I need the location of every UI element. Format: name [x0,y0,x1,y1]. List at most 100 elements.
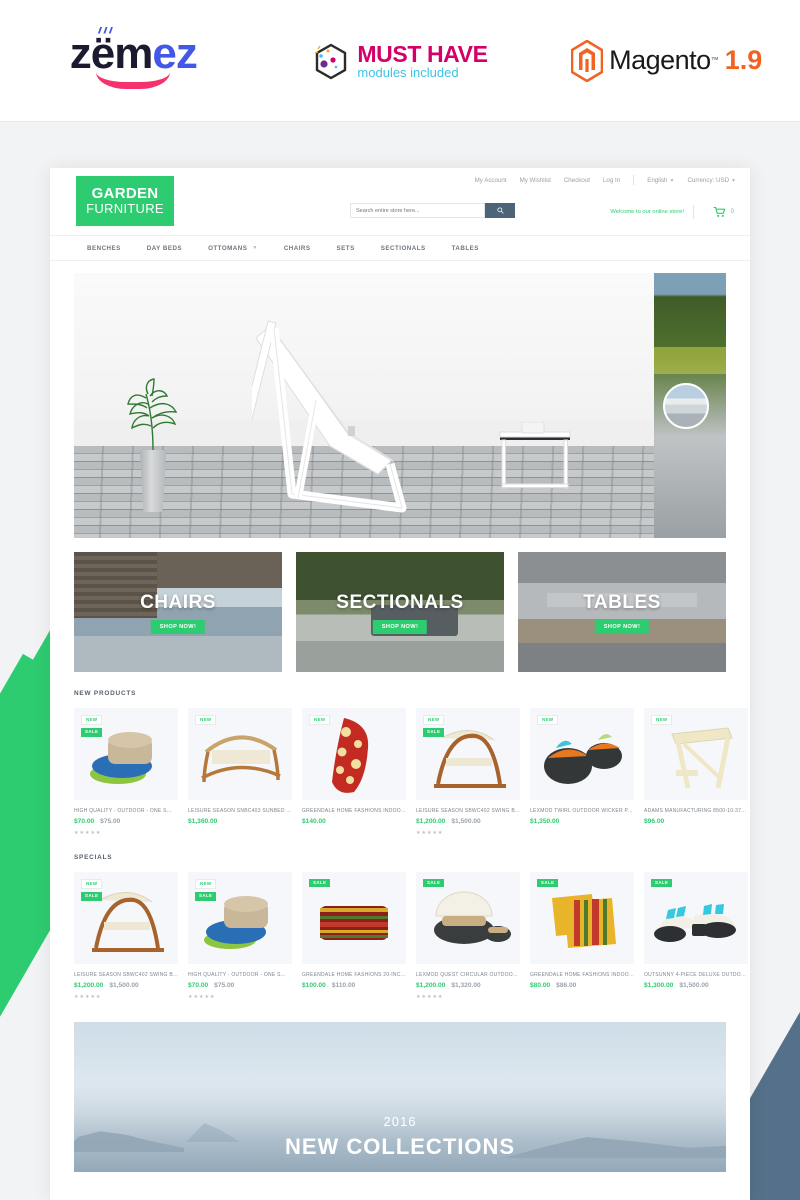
link-checkout[interactable]: Checkout [564,177,590,184]
product-thumbnail[interactable]: NEW SALE [188,872,292,964]
product-card[interactable]: NEW ADAMS MANUFACTURING 8500-10-37... $9… [644,708,748,836]
product-old-price: $75.00 [100,818,121,825]
chevron-down-icon: ▼ [731,177,736,184]
product-name[interactable]: GREENDALE HOME FASHIONS INDOOR... [302,808,406,814]
product-price: $1,200.00 [416,982,446,989]
product-name[interactable]: GREENDALE HOME FASHIONS 20-INC... [302,972,406,978]
badge-sale: SALE [81,892,103,901]
lounge-chair-icon [223,308,464,518]
product-thumbnail[interactable]: SALE [644,872,748,964]
language-label: English [647,176,668,184]
product-card[interactable]: NEW LEISURE SEASON SNBC403 SUNBED ... $1… [188,708,292,836]
hero-slider[interactable] [74,273,726,538]
must-have-text: MUST HAVE modules included [357,41,488,80]
product-old-price: $75.00 [214,982,235,989]
utility-nav: My Account My Wishlist Checkout Log In E… [475,175,736,185]
product-name[interactable]: GREENDALE HOME FASHIONS INDOOR... [530,972,634,978]
magento-name: Magento [609,45,711,75]
cart-count: 0 [730,209,734,215]
product-rating: ★★★★★ [74,994,102,1000]
product-old-price: $1,500.00 [451,818,481,825]
product-price: $1,300.00 [644,982,674,989]
product-name[interactable]: HIGH QUALITY - OUTDOOR - ONE S... [74,808,178,814]
product-thumbnail[interactable]: NEW SALE [74,708,178,800]
product-price: $140.00 [302,818,326,825]
product-card[interactable]: NEW SALE LEISURE SEASON SBWC402 SWING B.… [416,708,520,836]
product-price: $70.00 [74,818,95,825]
link-my-account[interactable]: My Account [475,177,507,184]
product-name[interactable]: LEISURE SEASON SBWC402 SWING B... [416,808,520,814]
language-selector[interactable]: English ▼ [647,177,674,184]
product-thumbnail[interactable]: SALE [416,872,520,964]
product-price-group: $70.00 $75.00 [74,818,178,825]
product-price-group: $1,200.00 $1,320.00 [416,982,520,989]
product-card[interactable]: NEW LEXMOD TWIRL OUTDOOR WICKER PA... $1… [530,708,634,836]
product-name[interactable]: LEXMOD QUEST CIRCULAR OUTDOOR ... [416,972,520,978]
nav-item-tables[interactable]: TABLES [439,245,492,252]
nav-label: CHAIRS [283,244,311,252]
product-card[interactable]: NEW SALE HIGH QUALITY - OUTDOOR - ONE S.… [74,708,178,836]
product-name[interactable]: LEISURE SEASON SBWC402 SWING B... [74,972,178,978]
product-price-group: $1,200.00 $1,500.00 [416,818,520,825]
product-name[interactable]: OUTSUNNY 4-PIECE DELUXE OUTDOO... [644,972,748,978]
product-badges: SALE [423,879,445,888]
product-badges: NEW [309,715,331,726]
product-name[interactable]: HIGH QUALITY - OUTDOOR - ONE S... [188,972,292,978]
product-thumbnail[interactable]: SALE [302,872,406,964]
product-thumbnail[interactable]: SALE [530,872,634,964]
product-card[interactable]: NEW SALE LEISURE SEASON SBWC402 SWING B.… [74,872,178,1000]
nav-item-day-beds[interactable]: DAY BEDS [134,245,195,252]
category-tile-sectionals[interactable]: SECTIONALS SHOP NOW! [296,552,504,672]
side-table-icon [492,421,584,500]
product-name[interactable]: LEXMOD TWIRL OUTDOOR WICKER PA... [530,808,634,814]
welcome-message: Welcome to our online store! [610,209,684,215]
link-my-wishlist[interactable]: My Wishlist [520,177,551,184]
zemez-letter-z2: z [175,29,198,78]
shop-now-button-sectionals[interactable]: SHOP NOW! [372,620,428,634]
product-price-group: $100.00 $110.00 [302,982,406,989]
nav-label: OTTOMANS [208,244,248,252]
product-thumbnail[interactable]: NEW SALE [74,872,178,964]
hero-thumbnail-circle[interactable] [663,383,709,429]
shop-now-button-tables[interactable]: SHOP NOW! [594,620,650,634]
product-card[interactable]: SALE LEXMOD QUEST CIRCULAR OUTDOOR ... $… [416,872,520,1000]
product-price-group: $1,200.00 $1,500.00 [74,982,178,989]
search-input[interactable] [350,203,485,218]
product-card[interactable]: SALE OUTSUNNY 4-PIECE DELUXE OUTDOO... $… [644,872,748,1000]
new-collections-banner[interactable]: 2016 NEW COLLECTIONS [74,1022,726,1172]
product-name[interactable]: LEISURE SEASON SNBC403 SUNBED ... [188,808,292,814]
product-thumbnail[interactable]: NEW [188,708,292,800]
nav-item-ottomans[interactable]: OTTOMANS ▼ [195,245,271,252]
link-log-in[interactable]: Log In [603,177,620,184]
zemez-logo-slot: /// zëmez [0,26,267,89]
product-card[interactable]: NEW SALE HIGH QUALITY - OUTDOOR - ONE S.… [188,872,292,1000]
product-card[interactable]: SALE GREENDALE HOME FASHIONS 20-INC... $… [302,872,406,1000]
product-name[interactable]: ADAMS MANUFACTURING 8500-10-37... [644,808,748,814]
product-card[interactable]: NEW GREENDALE HOME FASHIONS INDOOR... $1… [302,708,406,836]
search-icon [496,207,504,214]
category-tile-chairs[interactable]: CHAIRS SHOP NOW! [74,552,282,672]
shop-now-button-chairs[interactable]: SHOP NOW! [150,620,206,634]
nav-item-sectionals[interactable]: SECTIONALS [368,245,439,252]
product-badges: NEW [651,715,673,726]
nav-item-sets[interactable]: SETS [324,245,368,252]
product-badges: SALE [309,879,331,888]
product-rating: ★★★★★ [188,994,216,1000]
product-card[interactable]: SALE GREENDALE HOME FASHIONS INDOOR... $… [530,872,634,1000]
badge-new: NEW [81,715,103,726]
nav-item-benches[interactable]: BENCHES [74,245,134,252]
magento-wordmark: Magento™ [609,45,719,76]
currency-selector[interactable]: Currency: USD ▼ [687,177,736,184]
product-badges: NEW [195,715,217,726]
product-thumbnail[interactable]: NEW [530,708,634,800]
zemez-wordmark: zëmez [70,29,198,78]
mini-cart[interactable]: 0 [713,206,734,218]
product-thumbnail[interactable]: NEW [302,708,406,800]
product-rating: ★★★★★ [74,830,102,836]
search-button[interactable] [485,203,515,218]
badge-sale: SALE [81,728,103,737]
category-tile-tables[interactable]: TABLES SHOP NOW! [518,552,726,672]
nav-item-chairs[interactable]: CHAIRS [271,245,324,252]
product-thumbnail[interactable]: NEW SALE [416,708,520,800]
product-thumbnail[interactable]: NEW [644,708,748,800]
